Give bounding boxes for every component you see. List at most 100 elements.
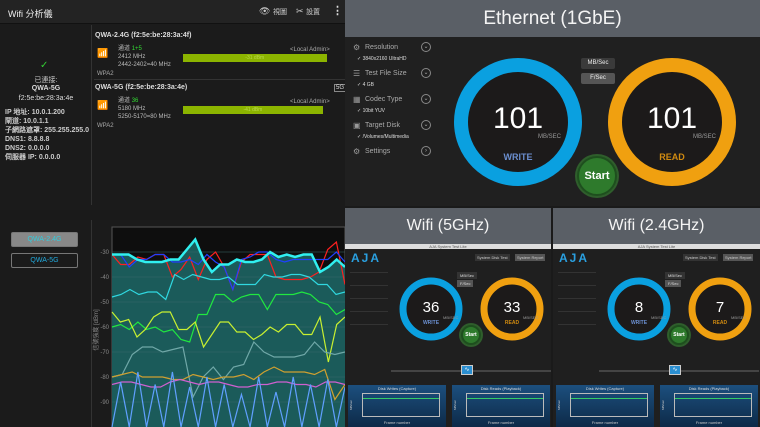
read-label: READ [504, 320, 520, 326]
dns1: DNS1: 8.8.8.8 [5, 136, 50, 143]
setting-codec-type[interactable]: ▦ Codec Type ⌄ ✓ 10bit YUV [351, 94, 433, 119]
setting-label: Codec Type [365, 96, 403, 103]
connection-info: ✓ 已連接: QWA-5G f2:5e:be:28:3a:4e IP 地址: 1… [0, 25, 92, 205]
setting-row[interactable] [558, 319, 596, 325]
chart-title: Disk Reads (Playback) [480, 386, 522, 391]
setting-icon: ⚙ [353, 43, 361, 52]
setting-icon: ⚙ [353, 147, 361, 156]
chart-line [363, 398, 439, 399]
setting-value: ✓ 3840x2160 UltraHD [357, 56, 407, 62]
disk-reads-chart: Disk Reads (Playback) MB/sec Frame numbe… [660, 385, 758, 427]
panel-title: Wifi (2.4GHz) [553, 208, 760, 244]
setting-value: ✓ 10bit YUV [357, 108, 386, 114]
connected-ssid: QWA-5G [31, 85, 61, 92]
gateway: 閘道: 10.0.1.1 [5, 118, 49, 125]
dns2: DNS2: 0.0.0.0 [5, 145, 50, 152]
network-name: QWA-5G (f2:5e:be:28:3a:4e) [95, 84, 188, 91]
connected-label: 已連接: [34, 77, 58, 84]
setting-row[interactable] [350, 293, 388, 299]
chart-ylabel: MB/sec [349, 399, 354, 411]
channel: 通道 36 [118, 95, 138, 104]
settings-button[interactable]: ✂ 設置 [296, 6, 320, 17]
frequency: 2412 MHz [118, 54, 146, 60]
filter-qwa-24g[interactable]: QWA-2.4G [11, 232, 78, 247]
setting-value-text: /Volumes/Multimedia [362, 134, 409, 140]
start-button[interactable]: Start [577, 156, 617, 196]
read-label: READ [712, 320, 728, 326]
setting-test-file-size[interactable]: ☰ Test File Size ⌄ ✓ 4 GB [351, 68, 433, 93]
setting-value-text: 3840x2160 UltraHD [362, 56, 407, 62]
setting-row[interactable] [558, 293, 596, 299]
chart-ylabel: MB/sec [453, 399, 458, 411]
view-label: 視圖 [272, 9, 287, 16]
system-disk-test-button[interactable]: System Disk Test [683, 254, 718, 261]
view-button[interactable]: 👁 視圖 [259, 6, 287, 17]
chart-line [571, 398, 647, 399]
aja-window: AJA System Disk Test System Report MB/Se… [553, 249, 760, 427]
connected-bssid: f2:5e:be:28:3a:4e [18, 95, 74, 102]
setting-row[interactable] [350, 306, 388, 312]
graph-toggle-icon[interactable]: ∿ [669, 365, 681, 375]
system-disk-test-button[interactable]: System Disk Test [475, 254, 510, 261]
wifi-lock-icon: 📶 [97, 48, 109, 58]
setting-icon: ☰ [353, 69, 361, 78]
vendor: <Local Admin> [290, 99, 330, 105]
start-button[interactable]: Start [461, 325, 481, 345]
setting-target-disk[interactable]: ▣ Target Disk ⌄ ✓ /Volumes/Multimedia [351, 120, 433, 145]
aja-logo: AJA [559, 251, 590, 265]
y-tick-label: -70 [100, 350, 109, 356]
chevron-right-icon[interactable]: › [421, 146, 431, 156]
chevron-down-icon[interactable]: ⌄ [421, 42, 431, 52]
setting-row[interactable] [350, 280, 388, 286]
graph-toggle-icon[interactable]: ∿ [461, 365, 473, 375]
security: WPA2 [97, 71, 114, 77]
network-item[interactable]: QWA-2.4G (f2:5e:be:28:3a:4f) 📶 通道 1+5 24… [94, 30, 345, 80]
write-label: WRITE [630, 320, 648, 326]
setting-row[interactable] [558, 306, 596, 312]
signal-chart-panel: QWA-2.4G QWA-5G -30 -40 -50 -60 -70 -80 -90 信號強… [0, 220, 345, 427]
write-value: 101 [492, 102, 544, 135]
system-report-button[interactable]: System Report [723, 254, 754, 261]
chart-ylabel: MB/sec [557, 399, 562, 411]
area-fill [112, 239, 345, 427]
channel-label: 通道 [118, 46, 131, 52]
setting-label: Test File Size [365, 70, 407, 77]
y-axis-label: 信號強度 [dBm] [92, 309, 100, 351]
more-menu-icon[interactable]: ⋮ [332, 4, 343, 17]
subnet-mask: 子網路遮罩: 255.255.255.0 [5, 127, 90, 134]
aja-window: AJA System Disk Test System Report MB/Se… [345, 249, 551, 427]
start-button[interactable]: Start [669, 325, 689, 345]
security: WPA2 [97, 123, 114, 129]
channel-value: 1+5 [131, 46, 142, 52]
ethernet-title: Ethernet (1GbE) [345, 0, 760, 37]
wifi-5ghz-panel: Wifi (5GHz) AJA System Test Lite AJA Sys… [345, 208, 551, 427]
setting-row[interactable] [350, 319, 388, 325]
chevron-down-icon[interactable]: ⌄ [421, 94, 431, 104]
setting-value-text: 4 GB [362, 82, 374, 88]
read-unit: MB/SEC [693, 134, 717, 140]
setting-value-text: 10bit YUV [362, 108, 386, 114]
filter-qwa-5g[interactable]: QWA-5G [11, 253, 78, 268]
system-report-button[interactable]: System Report [515, 254, 546, 261]
chevron-down-icon[interactable]: ⌄ [421, 68, 431, 78]
setting-row[interactable] [558, 267, 596, 273]
chart-plot [362, 393, 440, 417]
chart-xlabel: Frame number [591, 420, 619, 425]
setting-row[interactable] [350, 267, 388, 273]
network-item[interactable]: QWA-5G (f2:5e:be:28:3a:4e) 5G 📶 通道 36 51… [94, 82, 347, 132]
setting-value: ✓ /Volumes/Multimedia [357, 134, 409, 140]
ip-address: IP 地址: 10.0.1.200 [5, 109, 65, 116]
setting-resolution[interactable]: ⚙ Resolution ⌄ ✓ 3840x2160 UltraHD [351, 42, 433, 67]
chevron-down-icon[interactable]: ⌄ [421, 120, 431, 130]
setting-row[interactable] [558, 280, 596, 286]
setting-settings[interactable]: ⚙ Settings › [351, 146, 433, 171]
eye-icon: 👁 [259, 6, 271, 16]
chart-title: Disk Reads (Playback) [688, 386, 730, 391]
write-label: WRITE [422, 320, 440, 326]
chart-plot [674, 393, 752, 417]
chart-line [467, 398, 543, 399]
write-value: 8 [634, 299, 644, 316]
disk-reads-chart: Disk Reads (Playback) MB/sec Frame numbe… [452, 385, 550, 427]
panel-title: Wifi (5GHz) [345, 208, 551, 244]
write-value: 36 [422, 299, 440, 316]
